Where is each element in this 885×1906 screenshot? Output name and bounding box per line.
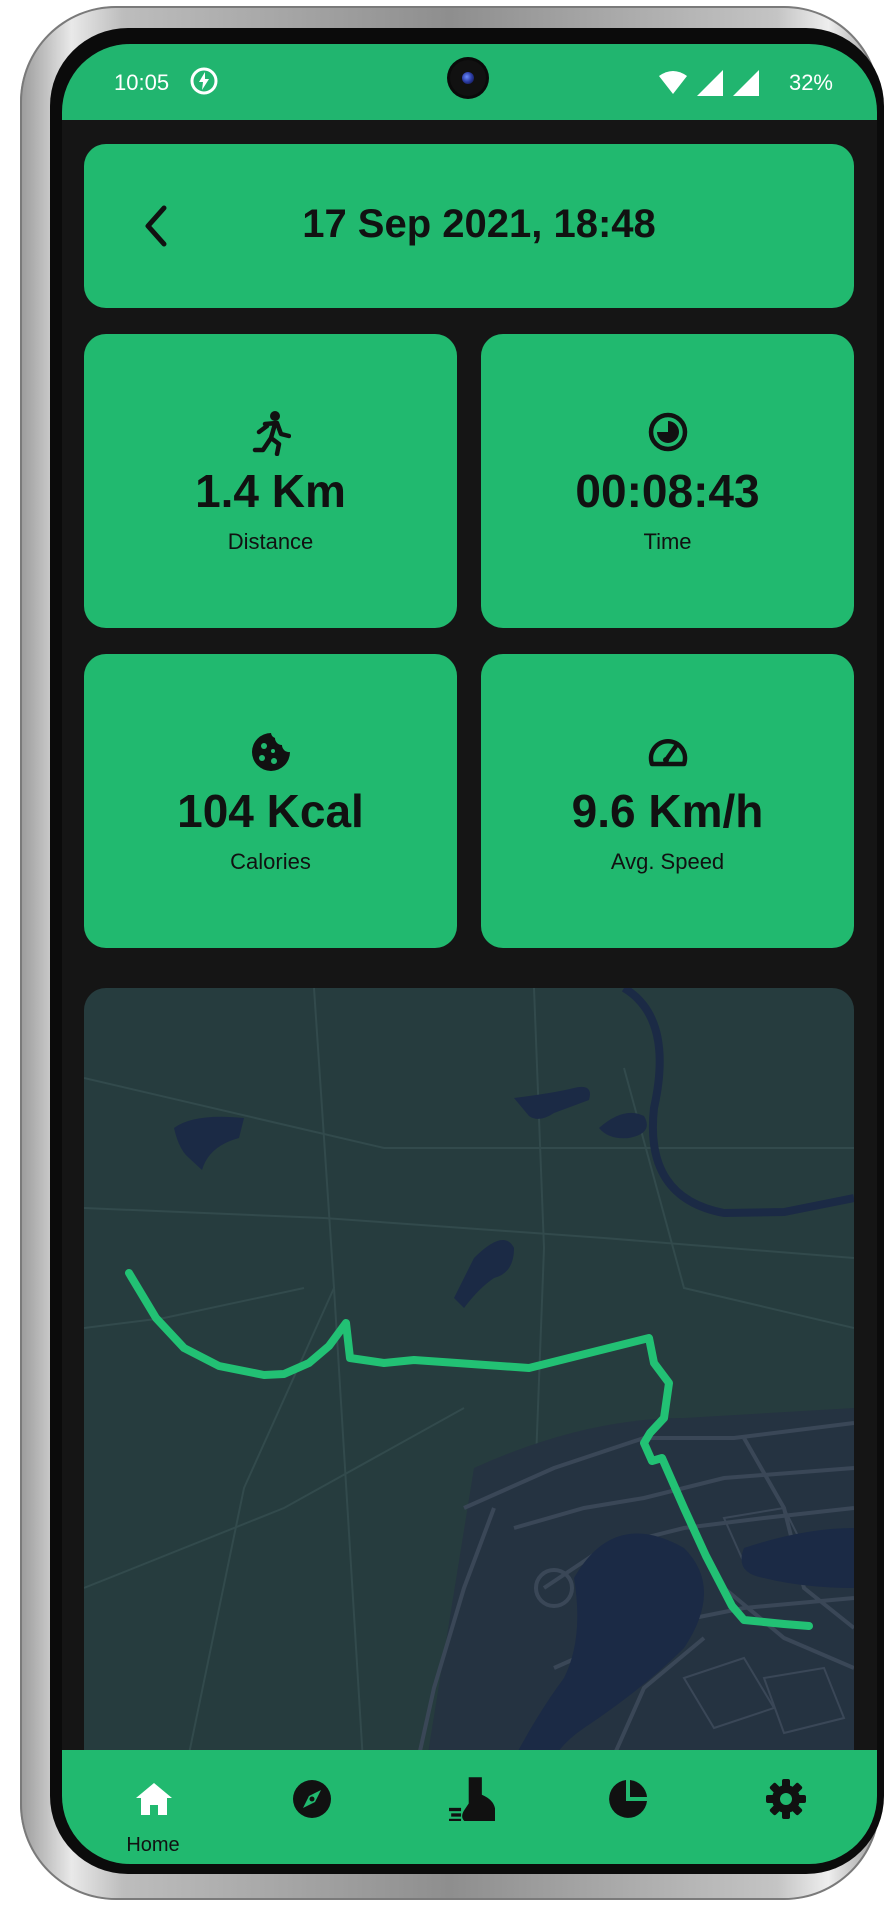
distance-label: Distance	[227, 529, 314, 554]
status-bar: 10:05 32%	[62, 44, 877, 120]
connectivity-icons	[659, 70, 759, 96]
map-canvas	[84, 988, 854, 1778]
time-value: 00:08:43	[575, 465, 760, 517]
screen: 10:05 32% 17 Sep 2021, 18:48 1.4 Km Dist…	[62, 44, 877, 1864]
wifi-icon	[659, 71, 687, 94]
page-title: 17 Sep 2021, 18:48	[302, 202, 656, 246]
battery-percentage: 32%	[788, 70, 833, 95]
speedometer-icon	[648, 739, 687, 767]
shoe-icon	[449, 1777, 495, 1821]
header-card: 17 Sep 2021, 18:48	[84, 144, 854, 308]
cookie-icon	[251, 733, 290, 771]
stat-card-speed: 9.6 Km/h Avg. Speed	[481, 654, 854, 948]
lakes	[174, 1086, 647, 1308]
signal-icon	[733, 70, 759, 96]
front-camera	[450, 60, 486, 96]
stat-card-calories: 104 Kcal Calories	[84, 654, 457, 948]
river	[621, 988, 854, 1218]
route-map[interactable]	[84, 988, 854, 1778]
bottom-navigation: Home	[62, 1750, 877, 1864]
device-frame: 10:05 32% 17 Sep 2021, 18:48 1.4 Km Dist…	[20, 6, 884, 1900]
gear-icon	[766, 1779, 806, 1819]
running-person-icon	[252, 411, 291, 456]
time-label: Time	[643, 529, 692, 554]
charging-bolt-icon	[190, 67, 218, 95]
nav-item-stats[interactable]	[572, 1750, 682, 1864]
home-icon	[136, 1783, 172, 1815]
stat-card-distance: 1.4 Km Distance	[84, 334, 457, 628]
status-time: 10:05	[114, 70, 170, 95]
signal-icon	[697, 70, 723, 96]
stat-card-time: 00:08:43 Time	[481, 334, 854, 628]
nav-item-home[interactable]: Home	[98, 1750, 208, 1864]
compass-icon	[293, 1780, 331, 1818]
timer-icon	[648, 412, 687, 452]
nav-item-explore[interactable]	[256, 1750, 366, 1864]
calories-label: Calories	[230, 849, 311, 874]
pie-chart-icon	[609, 1780, 647, 1818]
nav-label-home: Home	[126, 1834, 180, 1856]
calories-value: 104 Kcal	[177, 785, 364, 837]
nav-item-settings[interactable]	[730, 1750, 840, 1864]
speed-value: 9.6 Km/h	[571, 785, 764, 837]
distance-value: 1.4 Km	[195, 465, 346, 517]
nav-item-run[interactable]	[414, 1750, 524, 1864]
speed-label: Avg. Speed	[610, 849, 725, 874]
